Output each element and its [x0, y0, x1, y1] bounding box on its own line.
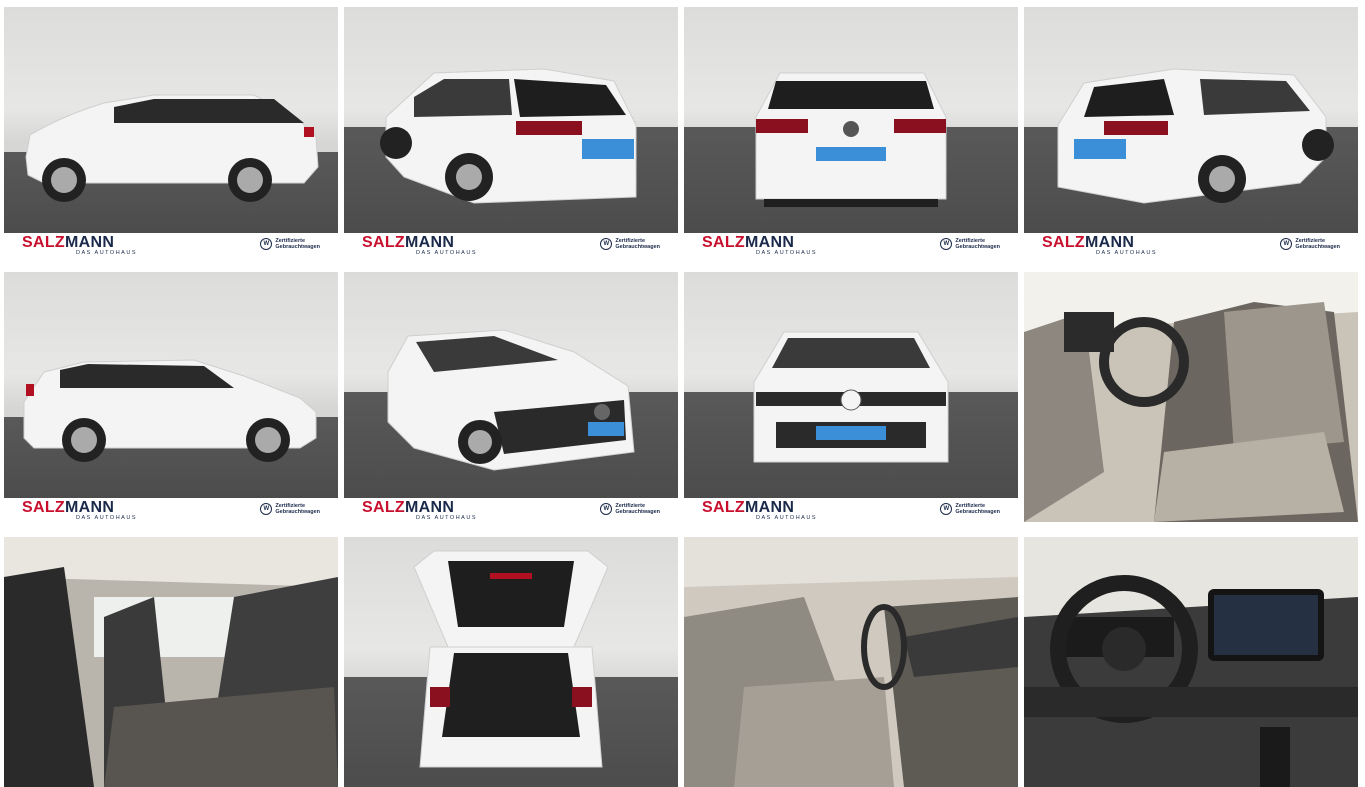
vw-logo-icon: W	[1280, 238, 1293, 250]
vw-logo-icon: W	[940, 238, 953, 250]
gallery-photo-2[interactable]: SALZMANN Das Autohaus W Zertifizierte Geb…	[344, 7, 678, 257]
car-front-icon	[753, 331, 949, 463]
certified-badge: W Zertifizierte Gebrauchtwagen	[940, 503, 1000, 515]
gallery-photo-9[interactable]	[4, 537, 338, 787]
certified-text: Zertifizierte Gebrauchtwagen	[955, 238, 1000, 250]
seat-icon	[4, 537, 338, 787]
dealer-tagline: Das Autohaus	[416, 250, 477, 256]
certified-badge: W Zertifizierte Gebrauchtwagen	[260, 238, 320, 250]
dealer-brand-bar: SALZMANN Das Autohaus W Zertifizierte Geb…	[1024, 233, 1358, 257]
dealer-tagline: Das Autohaus	[756, 515, 817, 521]
dealer-logo: SALZMANN	[1042, 234, 1135, 251]
gallery-photo-3[interactable]: SALZMANN Das Autohaus W Zertifizierte Geb…	[684, 7, 1018, 257]
certified-badge: W Zertifizierte Gebrauchtwagen	[600, 238, 660, 250]
dealer-logo: SALZMANN	[22, 234, 115, 251]
vw-logo-icon: W	[600, 238, 613, 250]
dealer-brand-bar: SALZMANN Das Autohaus W Zertifizierte Geb…	[344, 233, 678, 257]
car-rear-angle-icon	[1057, 68, 1334, 204]
dealer-tagline: Das Autohaus	[76, 250, 137, 256]
certified-badge: W Zertifizierte Gebrauchtwagen	[260, 503, 320, 515]
vw-logo-icon: W	[260, 238, 273, 250]
steering-wheel-icon	[1024, 537, 1358, 787]
certified-text: Zertifizierte Gebrauchtwagen	[275, 503, 320, 515]
dealer-tagline: Das Autohaus	[756, 250, 817, 256]
vw-logo-icon: W	[940, 503, 953, 515]
gallery-photo-1[interactable]: SALZMANN Das Autohaus W Zertifizierte Geb…	[4, 7, 338, 257]
gallery-photo-4[interactable]: SALZMANN Das Autohaus W Zertifizierte Geb…	[1024, 7, 1358, 257]
certified-text: Zertifizierte Gebrauchtwagen	[615, 503, 660, 515]
dealer-logo: SALZMANN	[362, 499, 455, 516]
certified-text: Zertifizierte Gebrauchtwagen	[615, 238, 660, 250]
certified-badge: W Zertifizierte Gebrauchtwagen	[940, 238, 1000, 250]
seat-icon	[1024, 272, 1358, 522]
dealer-logo: SALZMANN	[702, 234, 795, 251]
car-rear-icon	[755, 72, 947, 207]
certified-text: Zertifizierte Gebrauchtwagen	[955, 503, 1000, 515]
dealer-tagline: Das Autohaus	[1096, 250, 1157, 256]
dealer-brand-bar: SALZMANN Das Autohaus W Zertifizierte Geb…	[4, 498, 338, 522]
certified-text: Zertifizierte Gebrauchtwagen	[1295, 238, 1340, 250]
car-side-left-icon	[25, 94, 319, 202]
gallery-photo-6[interactable]: SALZMANN Das Autohaus W Zertifizierte Geb…	[344, 272, 678, 522]
certified-badge: W Zertifizierte Gebrauchtwagen	[600, 503, 660, 515]
dealer-logo: SALZMANN	[362, 234, 455, 251]
dealer-brand-bar: SALZMANN Das Autohaus W Zertifizierte Geb…	[684, 498, 1018, 522]
dealer-tagline: Das Autohaus	[416, 515, 477, 521]
car-side-right-icon	[23, 359, 317, 462]
car-rear-angle-icon	[380, 68, 637, 204]
gallery-photo-11[interactable]	[684, 537, 1018, 787]
dealer-brand-bar: SALZMANN Das Autohaus W Zertifizierte Geb…	[684, 233, 1018, 257]
dealer-brand-bar: SALZMANN Das Autohaus W Zertifizierte Geb…	[344, 498, 678, 522]
dealer-brand-bar: SALZMANN Das Autohaus W Zertifizierte Geb…	[4, 233, 338, 257]
gallery-photo-10[interactable]	[344, 537, 678, 787]
photo-gallery: SALZMANN Das Autohaus W Zertifizierte Geb…	[4, 7, 1358, 787]
dealer-tagline: Das Autohaus	[76, 515, 137, 521]
gallery-photo-7[interactable]: SALZMANN Das Autohaus W Zertifizierte Geb…	[684, 272, 1018, 522]
gallery-photo-8[interactable]	[1024, 272, 1358, 522]
vw-logo-icon: W	[260, 503, 273, 515]
dashboard-icon	[684, 537, 1018, 787]
car-front-angle-icon	[387, 329, 635, 471]
certified-badge: W Zertifizierte Gebrauchtwagen	[1280, 238, 1340, 250]
vw-logo-icon: W	[600, 503, 613, 515]
trunk-icon	[413, 550, 609, 768]
certified-text: Zertifizierte Gebrauchtwagen	[275, 238, 320, 250]
dealer-logo: SALZMANN	[22, 499, 115, 516]
gallery-photo-5[interactable]: SALZMANN Das Autohaus W Zertifizierte Geb…	[4, 272, 338, 522]
gallery-photo-12[interactable]	[1024, 537, 1358, 787]
dealer-logo: SALZMANN	[702, 499, 795, 516]
